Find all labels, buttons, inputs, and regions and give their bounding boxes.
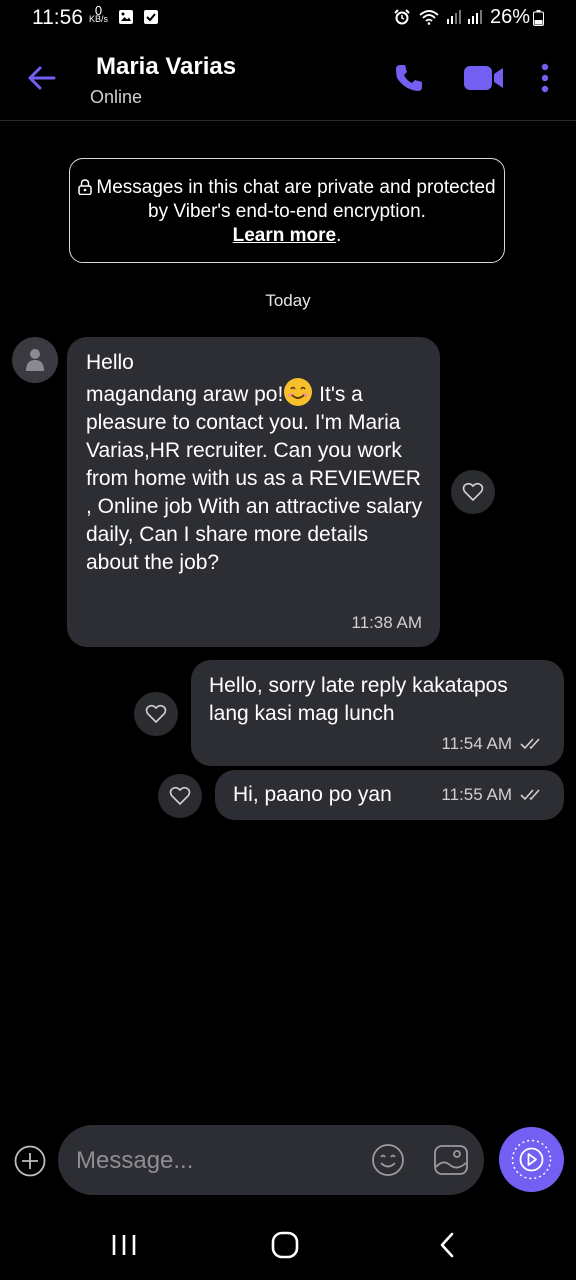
message-input[interactable]: [74, 1125, 358, 1197]
data-rate-unit: KB/s: [89, 14, 109, 24]
checkbox-notification-icon: [144, 10, 158, 24]
outgoing-message-bubble[interactable]: Hello, sorry late reply kakatapos lang k…: [191, 660, 564, 766]
like-button[interactable]: [134, 692, 178, 736]
message-composer: [58, 1125, 484, 1197]
double-check-icon: [520, 789, 540, 801]
like-button[interactable]: [158, 774, 202, 818]
home-icon[interactable]: [270, 1230, 300, 1260]
encryption-notice: Messages in this chat are private and pr…: [69, 158, 505, 263]
message-text: Hello, sorry late reply kakatapos lang k…: [209, 674, 508, 725]
default-avatar-icon: [26, 349, 44, 371]
gallery-notification-icon: [119, 10, 133, 24]
notice-text: Messages in this chat are private and pr…: [96, 177, 496, 222]
date-divider: Today: [265, 291, 311, 310]
heart-icon: [145, 704, 167, 724]
message-time: 11:54 AM: [441, 734, 512, 753]
add-attachment-icon[interactable]: [14, 1145, 46, 1177]
sticker-smiley-icon[interactable]: [371, 1143, 405, 1177]
heart-icon: [462, 482, 484, 502]
battery-percent: 26%: [490, 6, 531, 28]
video-call-icon[interactable]: [463, 62, 505, 94]
notice-suffix: .: [336, 225, 342, 246]
data-rate-indicator: 0 KB/s: [89, 4, 109, 24]
contact-status: Online: [90, 87, 143, 107]
nav-back-icon[interactable]: [436, 1230, 458, 1260]
message-line-1: Hello: [86, 351, 134, 374]
send-voice-button[interactable]: [499, 1127, 564, 1192]
message-text-part-1: magandang araw po!: [86, 383, 284, 406]
message-meta: 11:54 AM: [441, 734, 546, 754]
outgoing-message-bubble[interactable]: Hi, paano po yan 11:55 AM: [215, 770, 564, 820]
back-arrow-icon[interactable]: [26, 62, 58, 94]
learn-more-link[interactable]: Learn more: [233, 225, 336, 246]
message-time: 11:38 AM: [351, 613, 422, 632]
phone-call-icon[interactable]: [393, 62, 425, 94]
signal-icon-1: [447, 10, 461, 24]
double-check-icon: [520, 738, 540, 750]
incoming-message-bubble[interactable]: Hello magandang araw po! It's a pleasure…: [67, 337, 440, 647]
message-meta: 11:55 AM: [441, 785, 546, 805]
send-icon: [511, 1139, 552, 1180]
wifi-icon: [419, 10, 439, 25]
message-time: 11:55 AM: [441, 785, 512, 804]
avatar[interactable]: [12, 337, 58, 383]
gallery-icon[interactable]: [433, 1143, 469, 1177]
more-options-icon[interactable]: [538, 62, 552, 94]
smiling-face-icon: [284, 378, 313, 406]
like-button[interactable]: [451, 470, 495, 514]
message-text: Hi, paano po yan: [233, 783, 392, 806]
lock-icon: [78, 179, 93, 195]
recent-apps-icon[interactable]: [110, 1230, 138, 1260]
heart-icon: [169, 786, 191, 806]
signal-icon-2: [468, 10, 482, 24]
status-time: 11:56: [32, 6, 83, 29]
message-text: Hello magandang araw po! It's a pleasure…: [86, 349, 424, 577]
chat-header: Maria Varias Online: [0, 40, 576, 121]
battery-icon: [533, 10, 544, 26]
contact-name[interactable]: Maria Varias: [96, 53, 236, 81]
message-text-part-2: It's a pleasure to contact you. I'm Mari…: [86, 383, 423, 574]
alarm-icon: [394, 9, 410, 25]
